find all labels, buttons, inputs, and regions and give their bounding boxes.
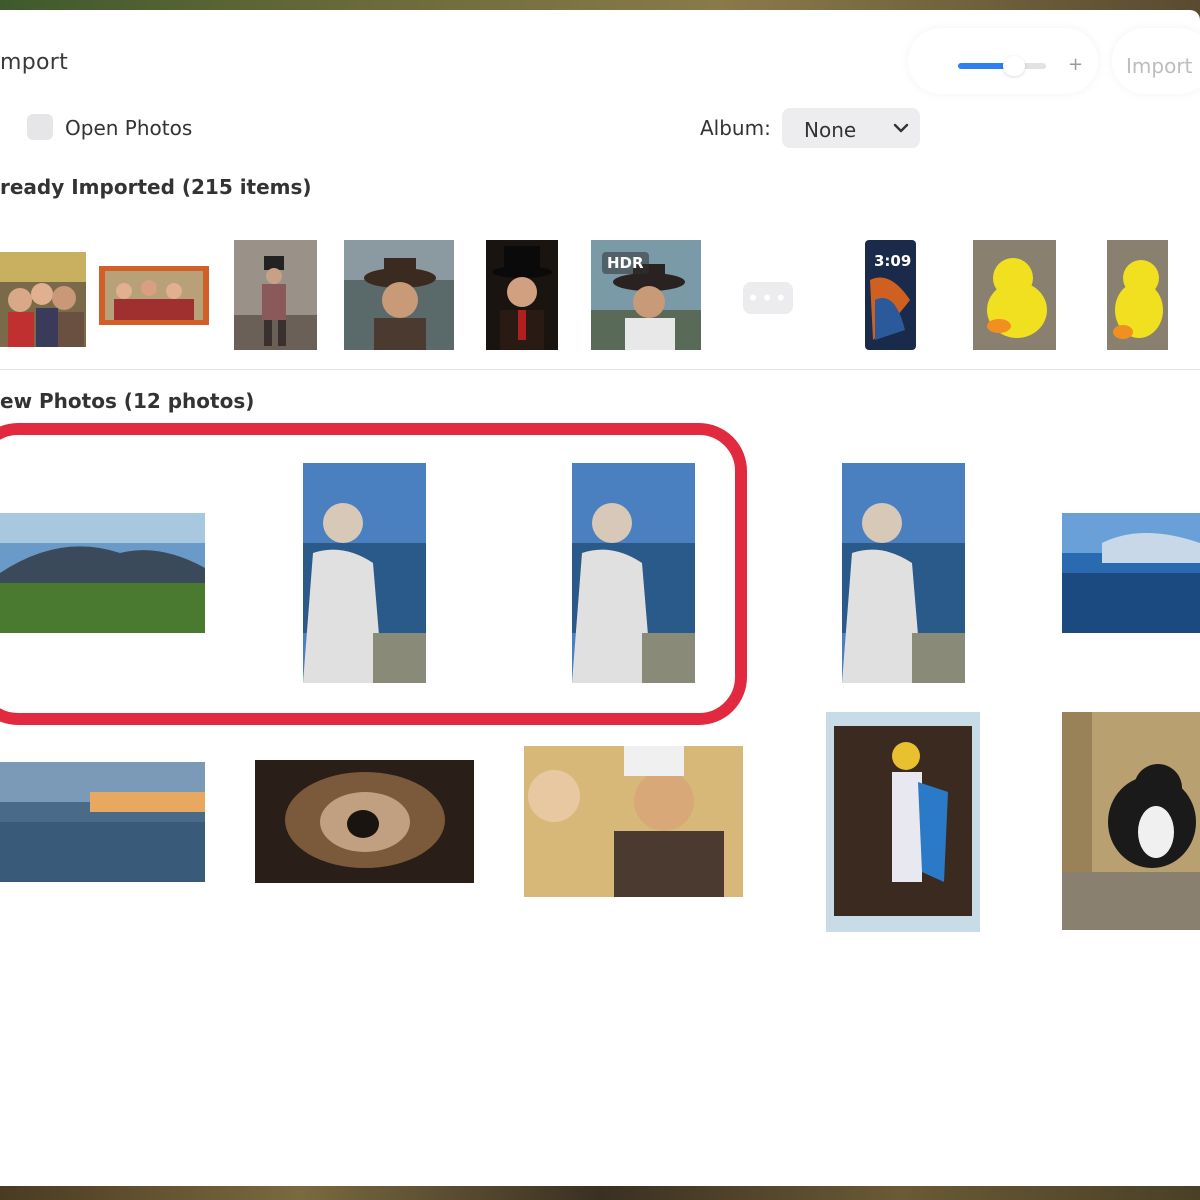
thumbnail[interactable] bbox=[0, 762, 205, 882]
lock-screen-time: 3:09 bbox=[874, 252, 912, 270]
chevron-down-icon bbox=[890, 114, 912, 148]
thumbnail[interactable] bbox=[973, 240, 1056, 350]
thumbnail[interactable] bbox=[344, 240, 454, 350]
album-label: Album: bbox=[700, 116, 771, 140]
window-title: mport bbox=[0, 50, 69, 75]
thumbnail[interactable] bbox=[234, 240, 317, 350]
zoom-in-icon[interactable]: + bbox=[1068, 54, 1083, 75]
import-window: mport + Import Open Photos Album: None r… bbox=[0, 10, 1200, 1186]
thumbnail[interactable]: HDR bbox=[591, 240, 701, 350]
import-button[interactable]: Import bbox=[1126, 54, 1192, 78]
zoom-slider[interactable] bbox=[958, 63, 1046, 69]
new-photos-header: ew Photos (12 photos) bbox=[0, 389, 255, 413]
thumbnail[interactable]: 3:09 bbox=[865, 240, 916, 350]
thumbnail[interactable] bbox=[99, 266, 209, 325]
thumbnail[interactable] bbox=[1062, 513, 1200, 633]
thumbnail[interactable] bbox=[1062, 712, 1200, 930]
thumbnail[interactable] bbox=[1107, 240, 1168, 350]
section-divider bbox=[0, 369, 1200, 370]
more-button[interactable]: ••• bbox=[743, 282, 793, 314]
thumbnail[interactable] bbox=[255, 760, 474, 883]
thumbnail[interactable] bbox=[0, 252, 86, 347]
open-photos-label[interactable]: Open Photos bbox=[65, 116, 192, 140]
thumbnail[interactable] bbox=[842, 463, 965, 683]
open-photos-checkbox[interactable] bbox=[27, 114, 53, 140]
thumbnail[interactable] bbox=[524, 746, 743, 897]
already-imported-header: ready Imported (215 items) bbox=[0, 175, 312, 199]
desktop-background bbox=[0, 1186, 1200, 1200]
thumbnail[interactable] bbox=[486, 240, 558, 350]
zoom-slider-thumb[interactable] bbox=[1003, 56, 1025, 76]
thumbnail[interactable] bbox=[826, 712, 980, 932]
hdr-badge: HDR bbox=[602, 252, 649, 274]
selection-highlight bbox=[0, 423, 747, 725]
album-select[interactable]: None bbox=[782, 108, 920, 148]
zoom-slider-fill bbox=[958, 63, 1007, 69]
album-select-value: None bbox=[804, 118, 857, 142]
